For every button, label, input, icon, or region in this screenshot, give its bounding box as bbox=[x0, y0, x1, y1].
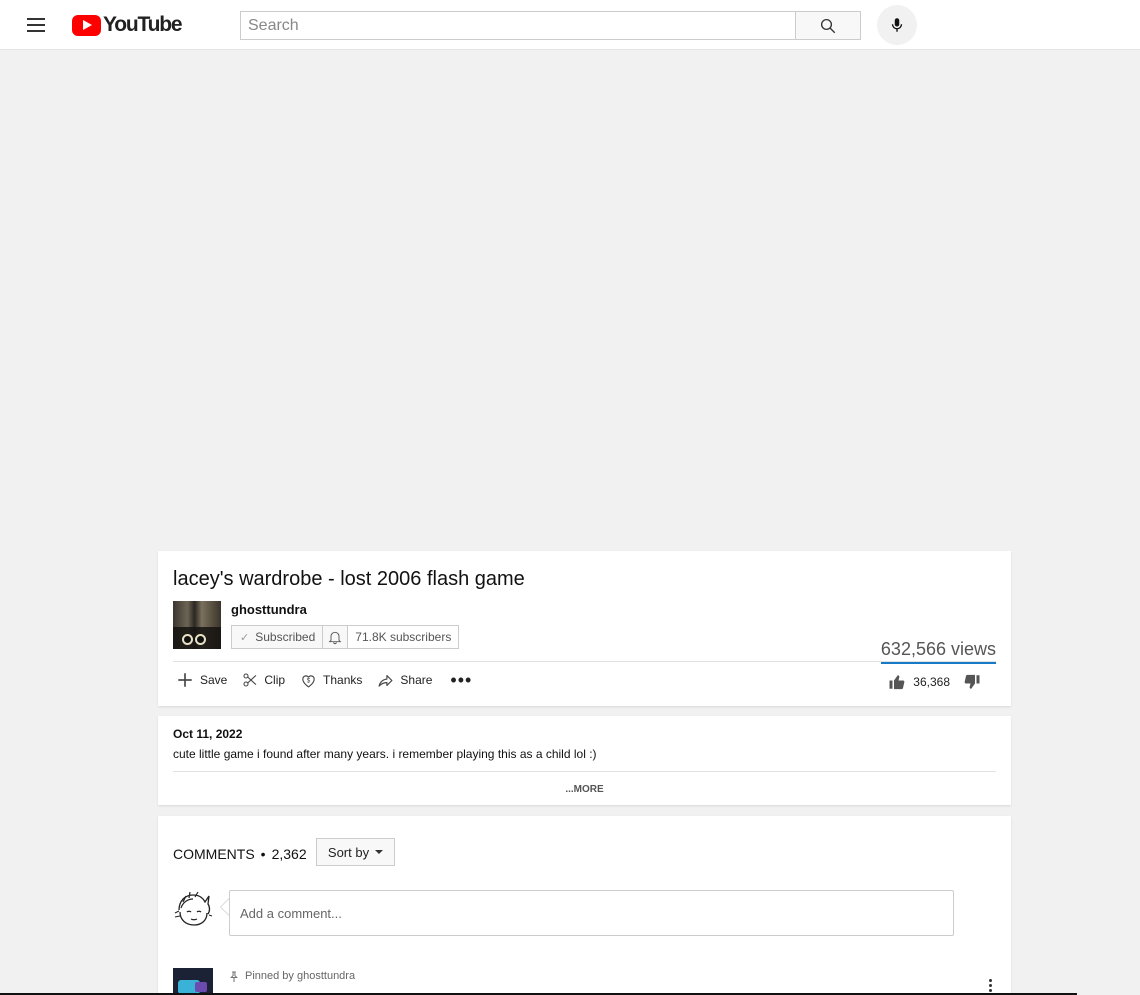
comments-card: COMMENTS • 2,362 Sort by Pinned by ghost… bbox=[158, 816, 1011, 995]
search-icon bbox=[820, 18, 836, 33]
clip-button[interactable]: Clip bbox=[242, 672, 285, 688]
check-icon: ✓ bbox=[240, 631, 250, 644]
comments-label: COMMENTS bbox=[173, 846, 255, 862]
caret-down-icon bbox=[375, 850, 384, 854]
thumbs-up-icon bbox=[889, 675, 905, 690]
subscriber-count: 71.8K subscribers bbox=[348, 626, 459, 648]
pinned-by-text: Pinned by ghosttundra bbox=[245, 970, 356, 982]
divider bbox=[173, 771, 996, 772]
search-input[interactable] bbox=[240, 11, 796, 40]
thanks-label: Thanks bbox=[323, 673, 363, 687]
save-label: Save bbox=[200, 673, 228, 687]
sketch-avatar-icon bbox=[174, 891, 213, 926]
user-avatar[interactable] bbox=[173, 888, 213, 932]
youtube-play-icon bbox=[72, 14, 101, 36]
bell-icon bbox=[328, 631, 342, 645]
comments-count: 2,362 bbox=[271, 846, 307, 862]
save-button[interactable]: Save bbox=[176, 671, 227, 689]
share-button[interactable]: Share bbox=[377, 672, 432, 689]
menu-icon[interactable] bbox=[22, 12, 50, 38]
sort-by-button[interactable]: Sort by bbox=[316, 838, 395, 866]
like-bar: 36,368 bbox=[888, 673, 981, 691]
action-bar: Save Clip $ Thanks Share ••• bbox=[176, 671, 472, 689]
sort-by-label: Sort by bbox=[327, 844, 370, 860]
pinned-comment-label: Pinned by ghosttundra bbox=[229, 970, 355, 982]
show-more-button[interactable]: ...MORE bbox=[158, 784, 1011, 795]
like-button[interactable] bbox=[888, 673, 906, 691]
plus-icon bbox=[178, 673, 192, 687]
clip-label: Clip bbox=[264, 673, 286, 687]
video-info-card: lacey's wardrobe - lost 2006 flash game … bbox=[158, 551, 1011, 706]
description-card: Oct 11, 2022 cute little game i found af… bbox=[158, 716, 1011, 805]
microphone-icon bbox=[891, 18, 903, 32]
video-player[interactable] bbox=[0, 51, 1140, 541]
channel-name[interactable]: ghosttundra bbox=[231, 602, 307, 617]
scissors-icon bbox=[243, 673, 257, 687]
commenter-avatar[interactable] bbox=[173, 968, 213, 995]
subscribed-button[interactable]: ✓ Subscribed bbox=[232, 626, 324, 648]
dislike-button[interactable] bbox=[963, 673, 981, 691]
more-actions-button[interactable]: ••• bbox=[450, 671, 472, 689]
share-icon bbox=[378, 674, 393, 687]
like-count: 36,368 bbox=[913, 675, 950, 689]
masthead: YouTube bbox=[0, 0, 1140, 50]
subscribe-group: ✓ Subscribed 71.8K subscribers bbox=[231, 625, 460, 649]
share-label: Share bbox=[400, 673, 433, 687]
comment-box-pointer bbox=[220, 898, 229, 916]
video-title: lacey's wardrobe - lost 2006 flash game bbox=[173, 568, 525, 590]
divider bbox=[173, 661, 996, 662]
comment-menu-icon[interactable] bbox=[987, 979, 993, 992]
channel-avatar[interactable] bbox=[173, 601, 221, 649]
svg-text:$: $ bbox=[307, 677, 311, 684]
comments-separator: • bbox=[260, 846, 266, 862]
logo-text: YouTube bbox=[103, 13, 183, 36]
thanks-heart-icon: $ bbox=[302, 674, 315, 688]
voice-search-button[interactable] bbox=[877, 5, 917, 45]
thanks-button[interactable]: $ Thanks bbox=[300, 672, 362, 689]
publish-date: Oct 11, 2022 bbox=[173, 727, 243, 741]
thumbs-down-icon bbox=[964, 674, 980, 689]
notification-bell-button[interactable] bbox=[323, 626, 349, 648]
comments-header: COMMENTS • 2,362 bbox=[173, 846, 307, 862]
subscribed-label: Subscribed bbox=[255, 630, 316, 644]
pin-icon bbox=[230, 970, 238, 982]
search-button[interactable] bbox=[795, 11, 861, 40]
youtube-logo[interactable]: YouTube bbox=[72, 13, 183, 37]
add-comment-input[interactable] bbox=[229, 890, 954, 936]
description-text: cute little game i found after many year… bbox=[173, 747, 597, 761]
